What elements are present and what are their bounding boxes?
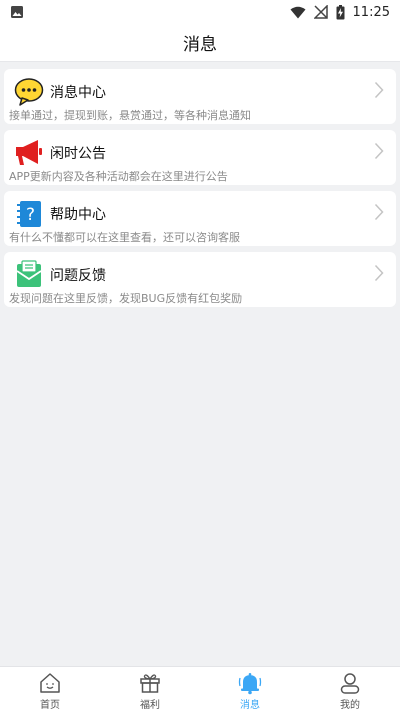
tab-label: 我的 — [340, 700, 360, 711]
item-description: 有什么不懂都可以在这里查看，还可以咨询客服 — [9, 231, 240, 244]
tab-welfare[interactable]: 福利 — [100, 667, 200, 711]
no-signal-icon — [313, 5, 328, 19]
item-description: 发现问题在这里反馈，发现BUG反馈有红包奖励 — [9, 292, 243, 305]
page-header: 消息 — [0, 24, 400, 62]
chevron-right-icon — [374, 203, 384, 225]
feedback-envelope-icon — [14, 260, 44, 290]
svg-text:?: ? — [26, 205, 35, 225]
page-title: 消息 — [183, 35, 217, 55]
message-list: 消息中心 接单通过，提现到账，悬赏通过，等各种消息通知 闲时公告 APP更新内容… — [4, 69, 396, 313]
item-description: 接单通过，提现到账，悬赏通过，等各种消息通知 — [9, 109, 251, 122]
item-title: 闲时公告 — [50, 146, 106, 162]
chevron-right-icon — [374, 142, 384, 164]
tab-label: 福利 — [140, 700, 160, 711]
item-title: 问题反馈 — [50, 268, 106, 284]
item-title: 消息中心 — [50, 85, 106, 101]
help-notebook-icon: ? — [14, 199, 44, 229]
item-title: 帮助中心 — [50, 207, 106, 223]
bottom-tab-bar: 首页 福利 消息 我的 — [0, 666, 400, 711]
list-item-announcements[interactable]: 闲时公告 APP更新内容及各种活动都会在这里进行公告 — [4, 130, 396, 185]
list-item-message-center[interactable]: 消息中心 接单通过，提现到账，悬赏通过，等各种消息通知 — [4, 69, 396, 124]
list-item-feedback[interactable]: 问题反馈 发现问题在这里反馈，发现BUG反馈有红包奖励 — [4, 252, 396, 307]
home-icon — [38, 671, 62, 695]
tab-profile[interactable]: 我的 — [300, 667, 400, 711]
chat-bubble-icon — [14, 77, 44, 107]
status-time: 11:25 — [352, 4, 390, 20]
profile-icon — [338, 671, 362, 695]
wifi-icon — [290, 6, 306, 19]
item-description: APP更新内容及各种活动都会在这里进行公告 — [9, 170, 228, 183]
battery-charging-icon — [336, 4, 345, 20]
tab-label: 消息 — [240, 700, 260, 711]
list-item-help-center[interactable]: ? 帮助中心 有什么不懂都可以在这里查看，还可以咨询客服 — [4, 191, 396, 246]
chevron-right-icon — [374, 264, 384, 286]
tab-home[interactable]: 首页 — [0, 667, 100, 711]
gallery-notification-icon — [10, 5, 24, 19]
chevron-right-icon — [374, 81, 384, 103]
tab-messages[interactable]: 消息 — [200, 667, 300, 711]
megaphone-icon — [14, 138, 44, 168]
tab-label: 首页 — [40, 700, 60, 711]
bell-icon — [238, 671, 262, 695]
gift-icon — [138, 671, 162, 695]
status-bar: 11:25 — [0, 0, 400, 24]
